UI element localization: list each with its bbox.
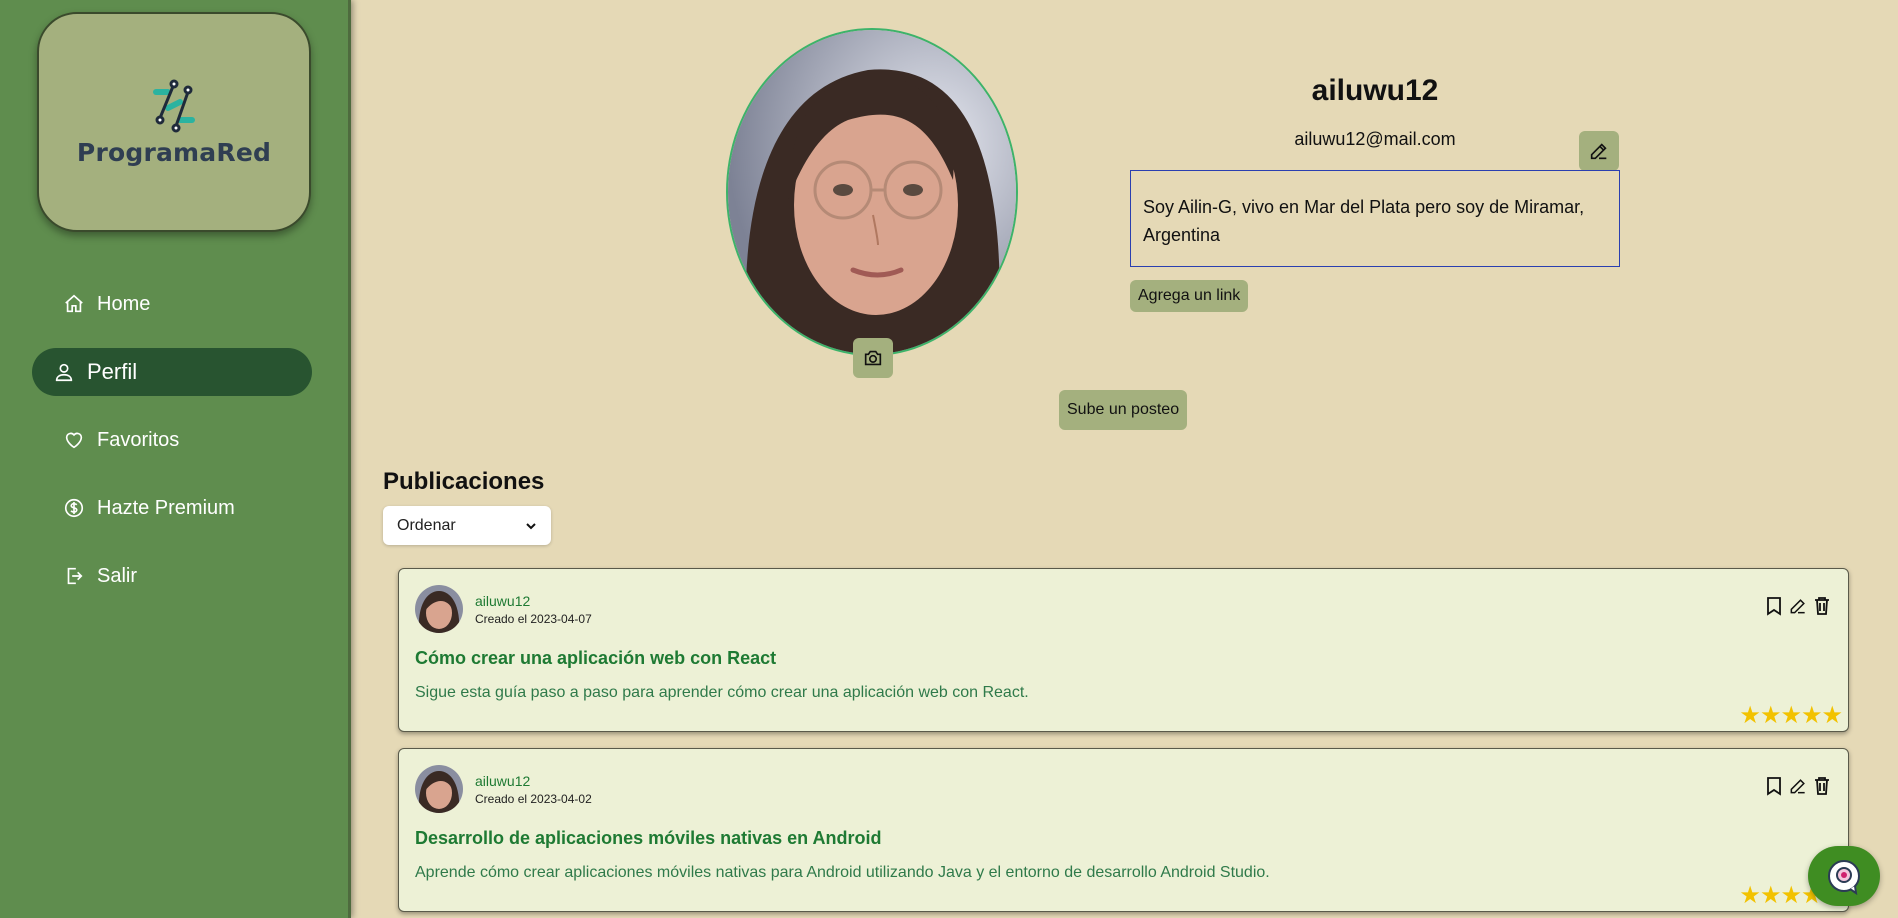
logo[interactable]: ProgramaRed bbox=[37, 12, 311, 232]
post-title[interactable]: Cómo crear una aplicación web con React bbox=[415, 648, 776, 669]
chat-assistant-button[interactable] bbox=[1808, 846, 1880, 906]
profile-email: ailuwu12@mail.com bbox=[1294, 129, 1456, 149]
bookmark-icon[interactable] bbox=[1764, 595, 1784, 617]
trash-icon[interactable] bbox=[1812, 595, 1832, 617]
sidebar-item-label: Perfil bbox=[87, 359, 138, 384]
brand-name: ProgramaRed bbox=[76, 137, 272, 167]
sidebar-item-label: Hazte Premium bbox=[97, 496, 235, 519]
logout-icon bbox=[62, 564, 86, 588]
post-author[interactable]: ailuwu12 bbox=[475, 593, 530, 609]
post-date: Creado el 2023-04-07 bbox=[475, 612, 592, 626]
profile-avatar bbox=[726, 28, 1018, 356]
profile-username: ailuwu12 bbox=[1311, 74, 1439, 107]
sidebar-item-perfil[interactable]: Perfil bbox=[32, 348, 312, 396]
sidebar-item-premium[interactable]: Hazte Premium bbox=[32, 484, 312, 532]
post-card[interactable]: ailuwu12 Creado el 2023-04-07 Cómo crear… bbox=[398, 568, 1849, 732]
sort-select[interactable]: Ordenar bbox=[383, 506, 551, 545]
sidebar-item-home[interactable]: Home bbox=[32, 280, 312, 328]
post-card[interactable]: ailuwu12 Creado el 2023-04-02 Desarrollo… bbox=[398, 748, 1849, 912]
trash-icon[interactable] bbox=[1812, 775, 1832, 797]
sidebar-item-salir[interactable]: Salir bbox=[32, 552, 312, 600]
post-description: Aprende cómo crear aplicaciones móviles … bbox=[415, 864, 1270, 881]
post-actions bbox=[1764, 775, 1832, 797]
upload-post-button[interactable]: Sube un posteo bbox=[1059, 390, 1188, 430]
profile-photo bbox=[728, 30, 1016, 354]
profile-bio: Soy Ailin-G, vivo en Mar del Plata pero … bbox=[1130, 170, 1620, 267]
sidebar-item-favoritos[interactable]: Favoritos bbox=[32, 416, 312, 464]
edit-icon[interactable] bbox=[1788, 775, 1808, 797]
post-actions bbox=[1764, 595, 1832, 617]
sidebar: ProgramaRed Home Perfil Favoritos Hazte … bbox=[0, 0, 351, 918]
home-icon bbox=[62, 292, 86, 316]
edit-icon[interactable] bbox=[1788, 595, 1808, 617]
chatbot-icon bbox=[1828, 860, 1860, 896]
sort-selected-value: Ordenar bbox=[397, 516, 456, 534]
post-author-avatar bbox=[415, 585, 463, 633]
post-date: Creado el 2023-04-02 bbox=[475, 792, 592, 806]
sidebar-item-label: Favoritos bbox=[97, 428, 180, 451]
post-rating: ★★★★★ bbox=[1739, 702, 1843, 729]
post-description: Sigue esta guía paso a paso para aprende… bbox=[415, 684, 1029, 701]
sidebar-nav: Home Perfil Favoritos Hazte Premium Sali… bbox=[32, 293, 312, 620]
sidebar-item-label: Salir bbox=[97, 564, 138, 587]
add-link-button[interactable]: Agrega un link bbox=[1130, 280, 1249, 312]
chevron-down-icon bbox=[526, 522, 536, 529]
edit-profile-button[interactable] bbox=[1579, 131, 1619, 171]
change-photo-button[interactable] bbox=[853, 338, 893, 378]
publications-title: Publicaciones bbox=[383, 468, 545, 495]
post-author-avatar bbox=[415, 765, 463, 813]
user-icon bbox=[52, 360, 76, 384]
pencil-icon bbox=[1590, 143, 1607, 160]
post-author[interactable]: ailuwu12 bbox=[475, 773, 530, 789]
dollar-circle-icon bbox=[62, 496, 86, 520]
programared-logo-icon bbox=[153, 79, 195, 132]
heart-icon bbox=[62, 428, 86, 452]
post-title[interactable]: Desarrollo de aplicaciones móviles nativ… bbox=[415, 828, 882, 849]
sidebar-item-label: Home bbox=[97, 292, 151, 315]
bookmark-icon[interactable] bbox=[1764, 775, 1784, 797]
camera-icon bbox=[864, 350, 882, 366]
